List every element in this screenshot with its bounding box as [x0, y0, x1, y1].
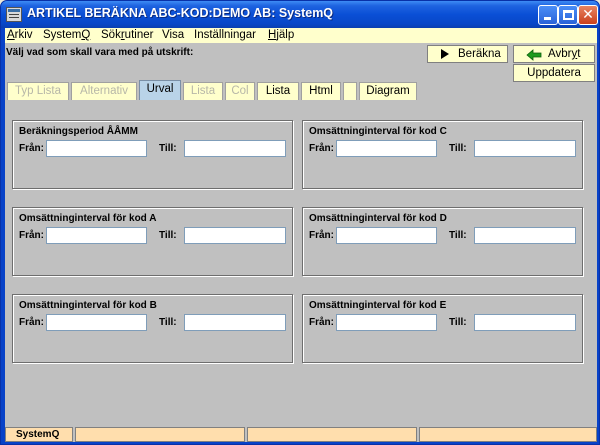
code-b-to-input[interactable]	[184, 314, 286, 331]
tab-diagram[interactable]: Diagram	[359, 82, 417, 100]
menu-sokrutiner[interactable]: Sökrutiner	[101, 28, 153, 42]
period-from-input[interactable]	[46, 140, 147, 157]
tab-strip: Typ Lista Alternativ Urval Lista Col Lis…	[5, 79, 597, 101]
tab-html[interactable]: Html	[301, 82, 341, 100]
calculate-label: Beräkna	[458, 48, 501, 60]
cancel-label: Avbryt	[548, 48, 581, 60]
code-a-to-input[interactable]	[184, 227, 286, 244]
group-title: Omsättninginterval för kod A	[19, 213, 157, 224]
to-label: Till:	[159, 230, 177, 241]
status-cell-3	[247, 427, 417, 442]
group-code-c: Omsättninginterval för kod C Från: Till:	[302, 120, 583, 189]
group-title: Beräkningsperiod ÅÅMM	[19, 126, 138, 137]
back-arrow-icon	[526, 49, 542, 61]
tab-lista[interactable]: Lista	[257, 82, 299, 100]
cancel-button[interactable]: Avbryt	[513, 45, 595, 63]
from-label: Från:	[19, 143, 44, 154]
minimize-button[interactable]	[538, 5, 558, 25]
code-d-to-input[interactable]	[474, 227, 576, 244]
tab-alternativ[interactable]: Alternativ	[71, 82, 137, 100]
from-label: Från:	[309, 317, 334, 328]
menu-hjalp[interactable]: Hjälp	[268, 28, 294, 42]
code-d-from-input[interactable]	[336, 227, 437, 244]
app-window: ARTIKEL BERÄKNA ABC-KOD:DEMO AB: SystemQ…	[0, 0, 600, 445]
to-label: Till:	[449, 143, 467, 154]
from-label: Från:	[19, 317, 44, 328]
group-title: Omsättninginterval för kod B	[19, 300, 157, 311]
status-app-name: SystemQ	[5, 427, 73, 442]
code-c-to-input[interactable]	[474, 140, 576, 157]
menu-arkiv[interactable]: Arkiv	[7, 28, 33, 42]
tab-typ-lista[interactable]: Typ Lista	[7, 82, 69, 100]
from-label: Från:	[19, 230, 44, 241]
group-code-d: Omsättninginterval för kod D Från: Till:	[302, 207, 583, 276]
to-label: Till:	[449, 230, 467, 241]
app-icon[interactable]	[6, 7, 22, 22]
tab-col[interactable]: Col	[225, 82, 255, 100]
status-bar: SystemQ	[5, 426, 597, 442]
window-title: ARTIKEL BERÄKNA ABC-KOD:DEMO AB: SystemQ	[27, 6, 334, 20]
close-button[interactable]: ✕	[578, 5, 598, 25]
from-label: Från:	[309, 230, 334, 241]
menu-bar: Arkiv SystemQ Sökrutiner Visa Inställnin…	[5, 28, 597, 43]
group-code-b: Omsättninginterval för kod B Från: Till:	[12, 294, 293, 363]
title-bar[interactable]: ARTIKEL BERÄKNA ABC-KOD:DEMO AB: SystemQ…	[1, 1, 599, 28]
urval-panel: Beräkningsperiod ÅÅMM Från: Till: Omsätt…	[5, 100, 597, 422]
group-code-a: Omsättninginterval för kod A Från: Till:	[12, 207, 293, 276]
code-b-from-input[interactable]	[46, 314, 147, 331]
maximize-icon	[563, 10, 574, 20]
client-area: Arkiv SystemQ Sökrutiner Visa Inställnin…	[5, 28, 597, 442]
to-label: Till:	[449, 317, 467, 328]
group-title: Omsättninginterval för kod D	[309, 213, 447, 224]
code-e-from-input[interactable]	[336, 314, 437, 331]
code-e-to-input[interactable]	[474, 314, 576, 331]
tab-urval[interactable]: Urval	[139, 80, 181, 101]
from-label: Från:	[309, 143, 334, 154]
group-code-e: Omsättninginterval för kod E Från: Till:	[302, 294, 583, 363]
status-cell-4	[419, 427, 597, 442]
tab-lista-disabled[interactable]: Lista	[183, 82, 223, 100]
group-title: Omsättninginterval för kod E	[309, 300, 447, 311]
play-icon	[441, 49, 449, 59]
minimize-icon	[544, 17, 551, 20]
code-a-from-input[interactable]	[46, 227, 147, 244]
menu-systemq[interactable]: SystemQ	[43, 28, 90, 42]
maximize-button[interactable]	[558, 5, 578, 25]
group-calculation-period: Beräkningsperiod ÅÅMM Från: Till:	[12, 120, 293, 189]
close-icon: ✕	[582, 7, 594, 23]
menu-installningar[interactable]: Inställningar	[194, 28, 256, 42]
menu-visa[interactable]: Visa	[162, 28, 184, 42]
calculate-button[interactable]: Beräkna	[427, 45, 508, 63]
to-label: Till:	[159, 317, 177, 328]
instruction-text: Välj vad som skall vara med på utskrift:	[6, 47, 194, 58]
tab-blank[interactable]	[343, 82, 357, 100]
group-title: Omsättninginterval för kod C	[309, 126, 447, 137]
period-to-input[interactable]	[184, 140, 286, 157]
status-cell-2	[75, 427, 245, 442]
code-c-from-input[interactable]	[336, 140, 437, 157]
to-label: Till:	[159, 143, 177, 154]
